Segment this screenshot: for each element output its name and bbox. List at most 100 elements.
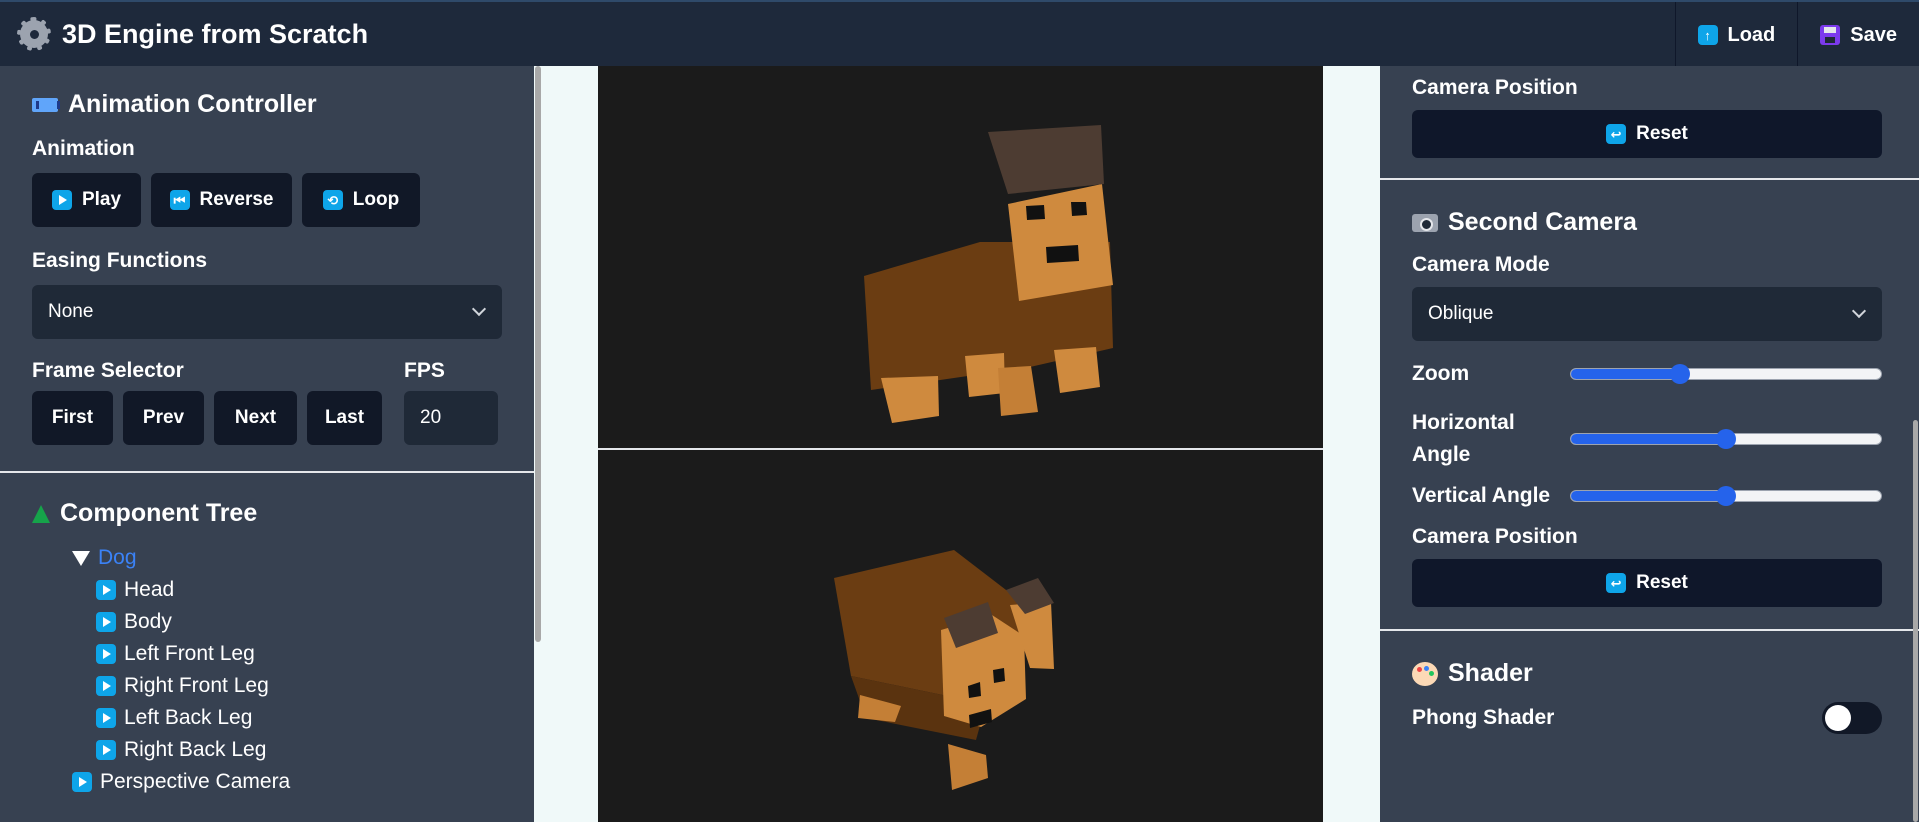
phong-shader-row: Phong Shader bbox=[1412, 702, 1882, 734]
animation-buttons: Play ⏮ Reverse ⟲ Loop bbox=[32, 173, 502, 227]
first-frame-button[interactable]: First bbox=[32, 391, 113, 445]
dog-leg-shape bbox=[1054, 347, 1100, 393]
camera-mode-label: Camera Mode bbox=[1412, 253, 1550, 276]
header-actions: ↑ Load Save bbox=[1674, 2, 1919, 68]
second-camera-heading: Second Camera bbox=[1412, 208, 1887, 237]
zoom-slider[interactable] bbox=[1570, 364, 1882, 384]
left-scrollbar-thumb[interactable] bbox=[535, 66, 541, 642]
load-button[interactable]: ↑ Load bbox=[1674, 2, 1798, 68]
tree-node-label: Dog bbox=[98, 546, 137, 569]
easing-select[interactable]: None bbox=[32, 285, 502, 339]
main-camera-viewport[interactable] bbox=[598, 66, 1323, 448]
right-scrollbar-thumb[interactable] bbox=[1913, 420, 1918, 822]
tree-node-dog[interactable]: Dog bbox=[72, 542, 502, 574]
animation-controller-section: Animation Controller Animation Play ⏮ Re… bbox=[0, 66, 534, 445]
animation-label: Animation bbox=[32, 137, 135, 160]
tree-node-left-front-leg[interactable]: Left Front Leg bbox=[96, 638, 502, 670]
last-frame-button[interactable]: Last bbox=[307, 391, 382, 445]
dog-eye-shape bbox=[1071, 202, 1087, 216]
dog-render-oblique bbox=[834, 550, 1054, 790]
frame-selector-group: Frame Selector First Prev Next Last bbox=[32, 359, 382, 445]
horizontal-angle-row: Horizontal Angle bbox=[1412, 407, 1887, 471]
save-button[interactable]: Save bbox=[1797, 2, 1919, 68]
reset-label: Reset bbox=[1636, 572, 1688, 593]
phong-shader-toggle[interactable] bbox=[1822, 702, 1882, 734]
camera-mode-select[interactable]: Oblique bbox=[1412, 287, 1882, 341]
horizontal-angle-slider-fill bbox=[1571, 434, 1726, 444]
camera-position-label: Camera Position bbox=[1412, 76, 1578, 99]
toggle-knob bbox=[1825, 705, 1851, 731]
app-title: 3D Engine from Scratch bbox=[62, 18, 369, 49]
shader-section: Shader Phong Shader bbox=[1380, 631, 1919, 734]
palette-icon bbox=[1412, 661, 1438, 686]
component-tree-heading: Component Tree bbox=[32, 499, 502, 528]
collapsed-node-icon bbox=[96, 708, 116, 728]
return-icon: ↩ bbox=[1606, 573, 1627, 593]
upload-icon: ↑ bbox=[1697, 25, 1718, 45]
collapsed-node-icon bbox=[96, 580, 116, 600]
tree-node-right-front-leg[interactable]: Right Front Leg bbox=[96, 670, 502, 702]
fps-input[interactable]: 20 bbox=[404, 391, 498, 445]
loop-label: Loop bbox=[352, 189, 400, 210]
tree-node-label: Right Front Leg bbox=[124, 674, 269, 697]
component-tree-title: Component Tree bbox=[60, 499, 258, 527]
second-camera-position-label: Camera Position bbox=[1412, 525, 1578, 548]
play-icon bbox=[51, 190, 72, 210]
filmstrip-icon bbox=[32, 97, 60, 112]
collapsed-node-icon bbox=[96, 740, 116, 760]
collapsed-node-icon bbox=[72, 772, 92, 792]
collapsed-node-icon bbox=[96, 612, 116, 632]
animation-controller-heading: Animation Controller bbox=[32, 90, 502, 119]
right-panel: Camera Position ↩ Reset Second Camera Ca… bbox=[1380, 66, 1919, 822]
shader-title: Shader bbox=[1448, 659, 1533, 687]
zoom-slider-fill bbox=[1571, 369, 1680, 379]
zoom-label: Zoom bbox=[1412, 362, 1470, 385]
second-camera-viewport[interactable] bbox=[598, 450, 1323, 822]
second-camera-section: Second Camera Camera Mode Oblique Zoom H… bbox=[1380, 180, 1919, 607]
collapsed-node-icon bbox=[96, 644, 116, 664]
phong-shader-label: Phong Shader bbox=[1412, 706, 1555, 729]
easing-value: None bbox=[48, 301, 94, 322]
reverse-label: Reverse bbox=[199, 189, 274, 210]
horizontal-angle-slider-thumb[interactable] bbox=[1716, 429, 1736, 449]
tree-node-perspective-camera[interactable]: Perspective Camera bbox=[72, 766, 502, 798]
tree-icon bbox=[32, 504, 50, 523]
floppy-disk-icon bbox=[1820, 25, 1841, 45]
zoom-slider-thumb[interactable] bbox=[1669, 364, 1690, 384]
dog-ear-shape bbox=[988, 125, 1104, 194]
tree-node-right-back-leg[interactable]: Right Back Leg bbox=[96, 734, 502, 766]
vertical-angle-slider[interactable] bbox=[1570, 486, 1882, 506]
shader-heading: Shader bbox=[1412, 659, 1887, 688]
fps-label: FPS bbox=[404, 359, 445, 382]
play-button[interactable]: Play bbox=[32, 173, 141, 227]
prev-frame-button[interactable]: Prev bbox=[123, 391, 204, 445]
tree-node-left-back-leg[interactable]: Left Back Leg bbox=[96, 702, 502, 734]
loop-button[interactable]: ⟲ Loop bbox=[302, 173, 420, 227]
component-tree-section: Component Tree Dog Head Body Left Front … bbox=[0, 473, 534, 798]
tree-node-body[interactable]: Body bbox=[96, 606, 502, 638]
tree-node-label: Perspective Camera bbox=[100, 770, 291, 793]
rewind-icon: ⏮ bbox=[169, 190, 190, 210]
expand-triangle-icon bbox=[72, 550, 90, 566]
horizontal-angle-slider[interactable] bbox=[1570, 429, 1882, 449]
reset-camera-position-button[interactable]: ↩ Reset bbox=[1412, 110, 1882, 158]
save-label: Save bbox=[1850, 23, 1897, 46]
dog-eye-shape bbox=[993, 668, 1005, 683]
camera-icon bbox=[1412, 213, 1438, 232]
chevron-down-icon bbox=[1851, 303, 1867, 319]
second-camera-title: Second Camera bbox=[1448, 208, 1637, 236]
next-frame-button[interactable]: Next bbox=[214, 391, 297, 445]
frame-buttons: First Prev Next Last bbox=[32, 391, 382, 445]
reset-second-camera-position-button[interactable]: ↩ Reset bbox=[1412, 559, 1882, 607]
tree-node-label: Left Front Leg bbox=[124, 642, 255, 665]
dog-leg-shape bbox=[881, 376, 939, 423]
app-title-group: 3D Engine from Scratch bbox=[0, 17, 369, 51]
tree-node-head[interactable]: Head bbox=[96, 574, 502, 606]
dog-nose-shape bbox=[1046, 245, 1079, 263]
reverse-button[interactable]: ⏮ Reverse bbox=[151, 173, 292, 227]
dog-render-perspective bbox=[864, 125, 1113, 423]
app-header: 3D Engine from Scratch ↑ Load Save bbox=[0, 0, 1919, 68]
return-icon: ↩ bbox=[1606, 124, 1627, 144]
play-label: Play bbox=[81, 189, 122, 210]
vertical-angle-slider-thumb[interactable] bbox=[1716, 486, 1736, 506]
